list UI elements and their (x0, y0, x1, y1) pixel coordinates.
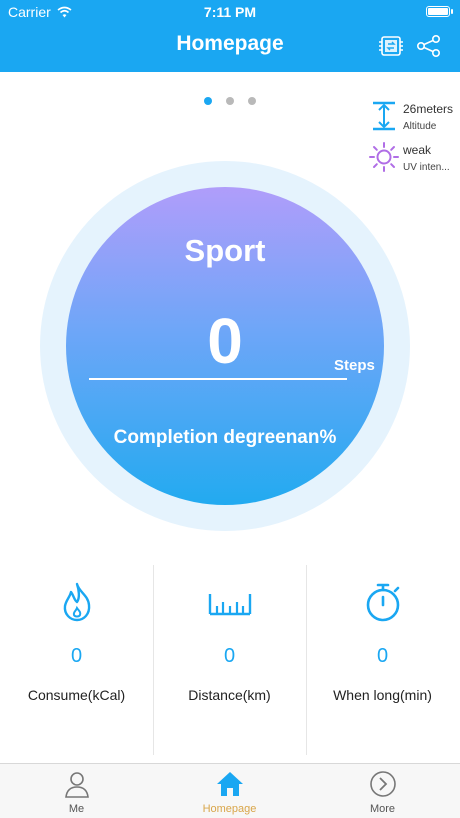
battery-icon (426, 6, 453, 17)
stats-row: 0 Consume(kCal) 0 Distance(km) 0 When lo… (0, 565, 460, 755)
page-dot-1[interactable] (203, 97, 212, 105)
header: Carrier 7:11 PM Homepage (0, 0, 460, 72)
tab-more[interactable]: More (306, 764, 459, 818)
tab-homepage[interactable]: Homepage (153, 764, 306, 818)
sun-icon (369, 142, 399, 172)
sport-circle[interactable]: Sport 0 Steps Completion degreenan% (66, 187, 384, 505)
altitude-label: Altitude (403, 121, 437, 132)
ruler-icon (208, 594, 251, 616)
altitude-value: 26meters (403, 102, 454, 116)
stat-distance: 0 Distance(km) (153, 565, 306, 755)
uv-label: UV inten... (403, 162, 450, 173)
tab-bar: Me Homepage More (0, 763, 460, 818)
duration-value: 0 (376, 645, 389, 667)
stat-duration: 0 When long(min) (306, 565, 459, 755)
tab-me-label: Me (68, 803, 85, 815)
sync-device-icon[interactable] (378, 34, 404, 58)
page-dot-3[interactable] (248, 97, 257, 105)
distance-value: 0 (223, 645, 236, 667)
steps-unit: Steps (334, 357, 375, 374)
tab-homepage-label: Homepage (202, 803, 257, 815)
duration-label: When long(min) (333, 687, 432, 703)
uv-value: weak (403, 143, 432, 157)
uv-widget: weak UV inten... (368, 141, 450, 177)
tab-more-label: More (369, 803, 396, 815)
page-dot-2[interactable] (226, 97, 234, 105)
altitude-icon (373, 101, 395, 131)
altitude-widget: 26meters Altitude (368, 100, 453, 136)
stat-consume: 0 Consume(kCal) (0, 565, 153, 755)
consume-label: Consume(kCal) (27, 687, 126, 703)
sport-title: Sport (184, 233, 266, 268)
tab-me[interactable]: Me (0, 764, 153, 818)
stopwatch-icon (366, 583, 399, 622)
screen: Carrier 7:11 PM Homepage 26meters Altitu… (0, 0, 460, 818)
person-icon (64, 772, 89, 798)
share-icon[interactable] (416, 34, 442, 58)
consume-value: 0 (70, 645, 83, 667)
flame-icon (63, 582, 90, 622)
chevron-right-circle-icon (369, 771, 396, 797)
steps-underline (89, 378, 347, 380)
status-time: 7:11 PM (203, 4, 257, 20)
distance-label: Distance(km) (188, 687, 271, 703)
home-icon (216, 772, 243, 796)
completion-degree: Completion degreenan% (113, 427, 337, 448)
status-bar: Carrier 7:11 PM (0, 0, 460, 24)
